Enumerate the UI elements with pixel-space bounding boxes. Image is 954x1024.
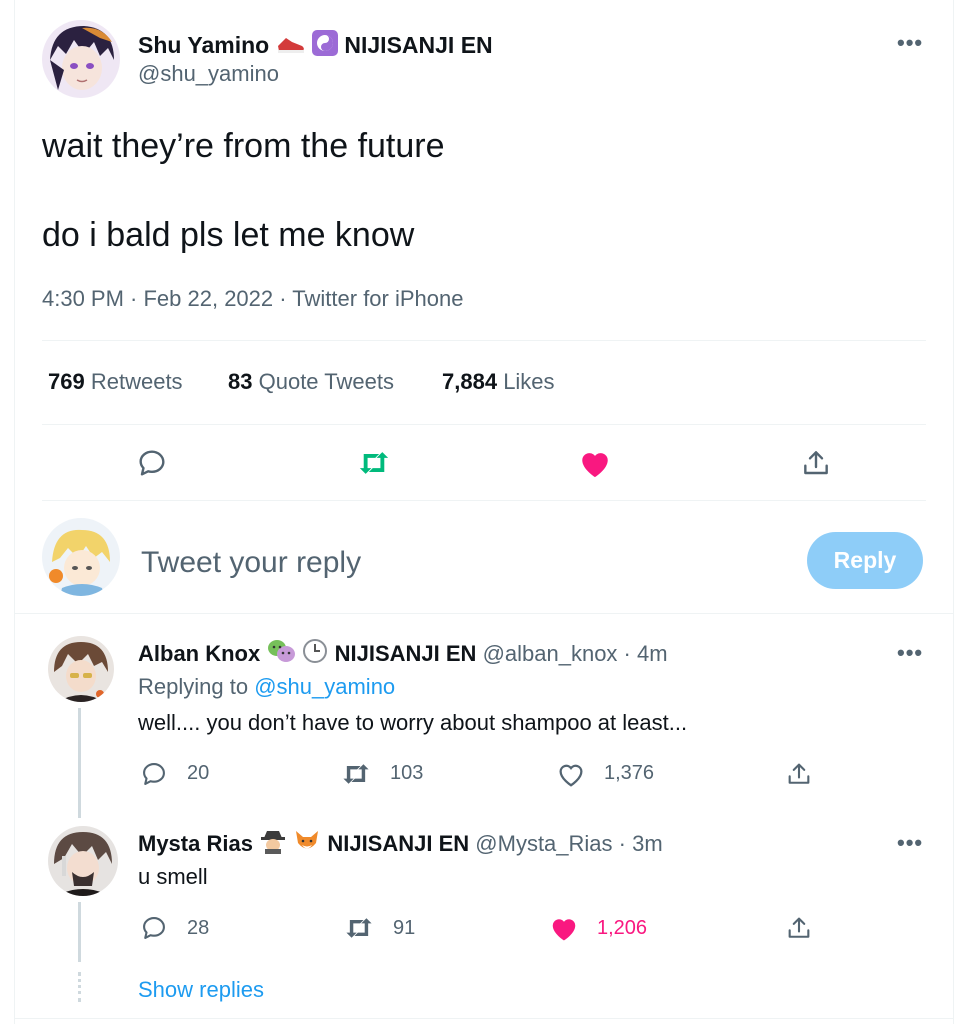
- like-count: 1,206: [597, 917, 648, 939]
- clock-emoji-icon: [302, 638, 328, 670]
- share-icon[interactable]: [785, 914, 813, 942]
- retweets-label: Retweets: [90, 369, 183, 394]
- yin-yang-emoji-icon: [312, 30, 338, 62]
- retweet-icon[interactable]: [343, 914, 375, 942]
- author-name-line: Shu Yamino NIJISANJI EN: [138, 30, 493, 62]
- likes-label: Likes: [503, 369, 555, 394]
- reply-author-name[interactable]: Alban Knox: [138, 641, 260, 666]
- likes-count: 7,884: [442, 369, 498, 394]
- reply-icon[interactable]: [136, 447, 168, 479]
- thread-connector: [78, 902, 81, 962]
- retweet-count: 103: [390, 762, 424, 784]
- like-filled-icon[interactable]: [549, 914, 579, 942]
- thread-dotted-connector: [78, 972, 81, 1002]
- reply-org-name: NIJISANJI EN: [334, 641, 477, 666]
- theater-masks-emoji-icon: [266, 638, 296, 670]
- divider: [14, 1018, 954, 1019]
- quote-tweets-metric[interactable]: 83 Quote Tweets: [228, 369, 394, 395]
- alban-knox-avatar[interactable]: [48, 636, 114, 702]
- reply-handle-time[interactable]: @Mysta_Rias · 3m: [475, 831, 662, 856]
- reply-1-header: Alban Knox NIJISANJI EN @alban_knox · 4m: [138, 638, 668, 670]
- more-options-icon[interactable]: •••: [897, 830, 923, 856]
- reply-count: 28: [187, 917, 210, 939]
- like-outline-icon[interactable]: [556, 760, 586, 788]
- reply-author-name[interactable]: Mysta Rias: [138, 831, 253, 856]
- quotes-label: Quote Tweets: [258, 369, 394, 394]
- divider: [42, 424, 926, 425]
- more-options-icon[interactable]: •••: [897, 30, 923, 56]
- author-handle[interactable]: @shu_yamino: [138, 61, 279, 87]
- tweet-meta[interactable]: 4:30 PM · Feb 22, 2022 · Twitter for iPh…: [42, 286, 463, 312]
- fox-emoji-icon: [293, 828, 321, 860]
- more-options-icon[interactable]: •••: [897, 640, 923, 666]
- reply-text: well.... you don’t have to worry about s…: [138, 710, 688, 735]
- author-name[interactable]: Shu Yamino: [138, 32, 269, 58]
- reply-button[interactable]: Reply: [807, 532, 923, 589]
- share-icon[interactable]: [785, 760, 813, 788]
- reply-text: u smell: [138, 864, 208, 889]
- mysta-rias-avatar[interactable]: [48, 826, 118, 896]
- reply-2-header: Mysta Rias NIJISANJI EN @Mysta_Rias · 3m: [138, 828, 663, 860]
- divider: [42, 340, 926, 341]
- current-user-avatar[interactable]: [42, 518, 120, 596]
- tweet-text-line-2: do i bald pls let me know: [42, 216, 415, 254]
- like-count: 1,376: [604, 762, 655, 784]
- retweets-count: 769: [48, 369, 85, 394]
- divider: [14, 613, 954, 614]
- replying-to-line: Replying to @shu_yamino: [138, 674, 395, 700]
- replying-to-handle[interactable]: @shu_yamino: [254, 674, 395, 699]
- detective-emoji-icon: [259, 828, 287, 860]
- tweet-text-line-1: wait they’re from the future: [42, 127, 445, 165]
- quotes-count: 83: [228, 369, 253, 394]
- retweets-metric[interactable]: 769 Retweets: [48, 369, 183, 395]
- org-name: NIJISANJI EN: [344, 32, 493, 58]
- shu-yamino-avatar[interactable]: [42, 20, 120, 98]
- reply-org-name: NIJISANJI EN: [327, 831, 470, 856]
- retweet-icon[interactable]: [356, 447, 392, 479]
- retweet-count: 91: [393, 917, 416, 939]
- replying-to-prefix: Replying to: [138, 674, 249, 699]
- reply-icon[interactable]: [140, 914, 168, 942]
- show-replies-link[interactable]: Show replies: [138, 977, 264, 1003]
- sneaker-emoji-icon: [276, 34, 306, 62]
- reply-icon[interactable]: [140, 760, 168, 788]
- share-icon[interactable]: [800, 447, 832, 479]
- likes-metric[interactable]: 7,884 Likes: [442, 369, 555, 395]
- reply-handle-time[interactable]: @alban_knox · 4m: [483, 641, 668, 666]
- divider: [42, 500, 926, 501]
- reply-input[interactable]: Tweet your reply: [141, 546, 361, 580]
- retweet-icon[interactable]: [340, 760, 372, 788]
- reply-count: 20: [187, 762, 210, 784]
- like-filled-icon[interactable]: [578, 447, 612, 479]
- thread-connector: [78, 708, 81, 818]
